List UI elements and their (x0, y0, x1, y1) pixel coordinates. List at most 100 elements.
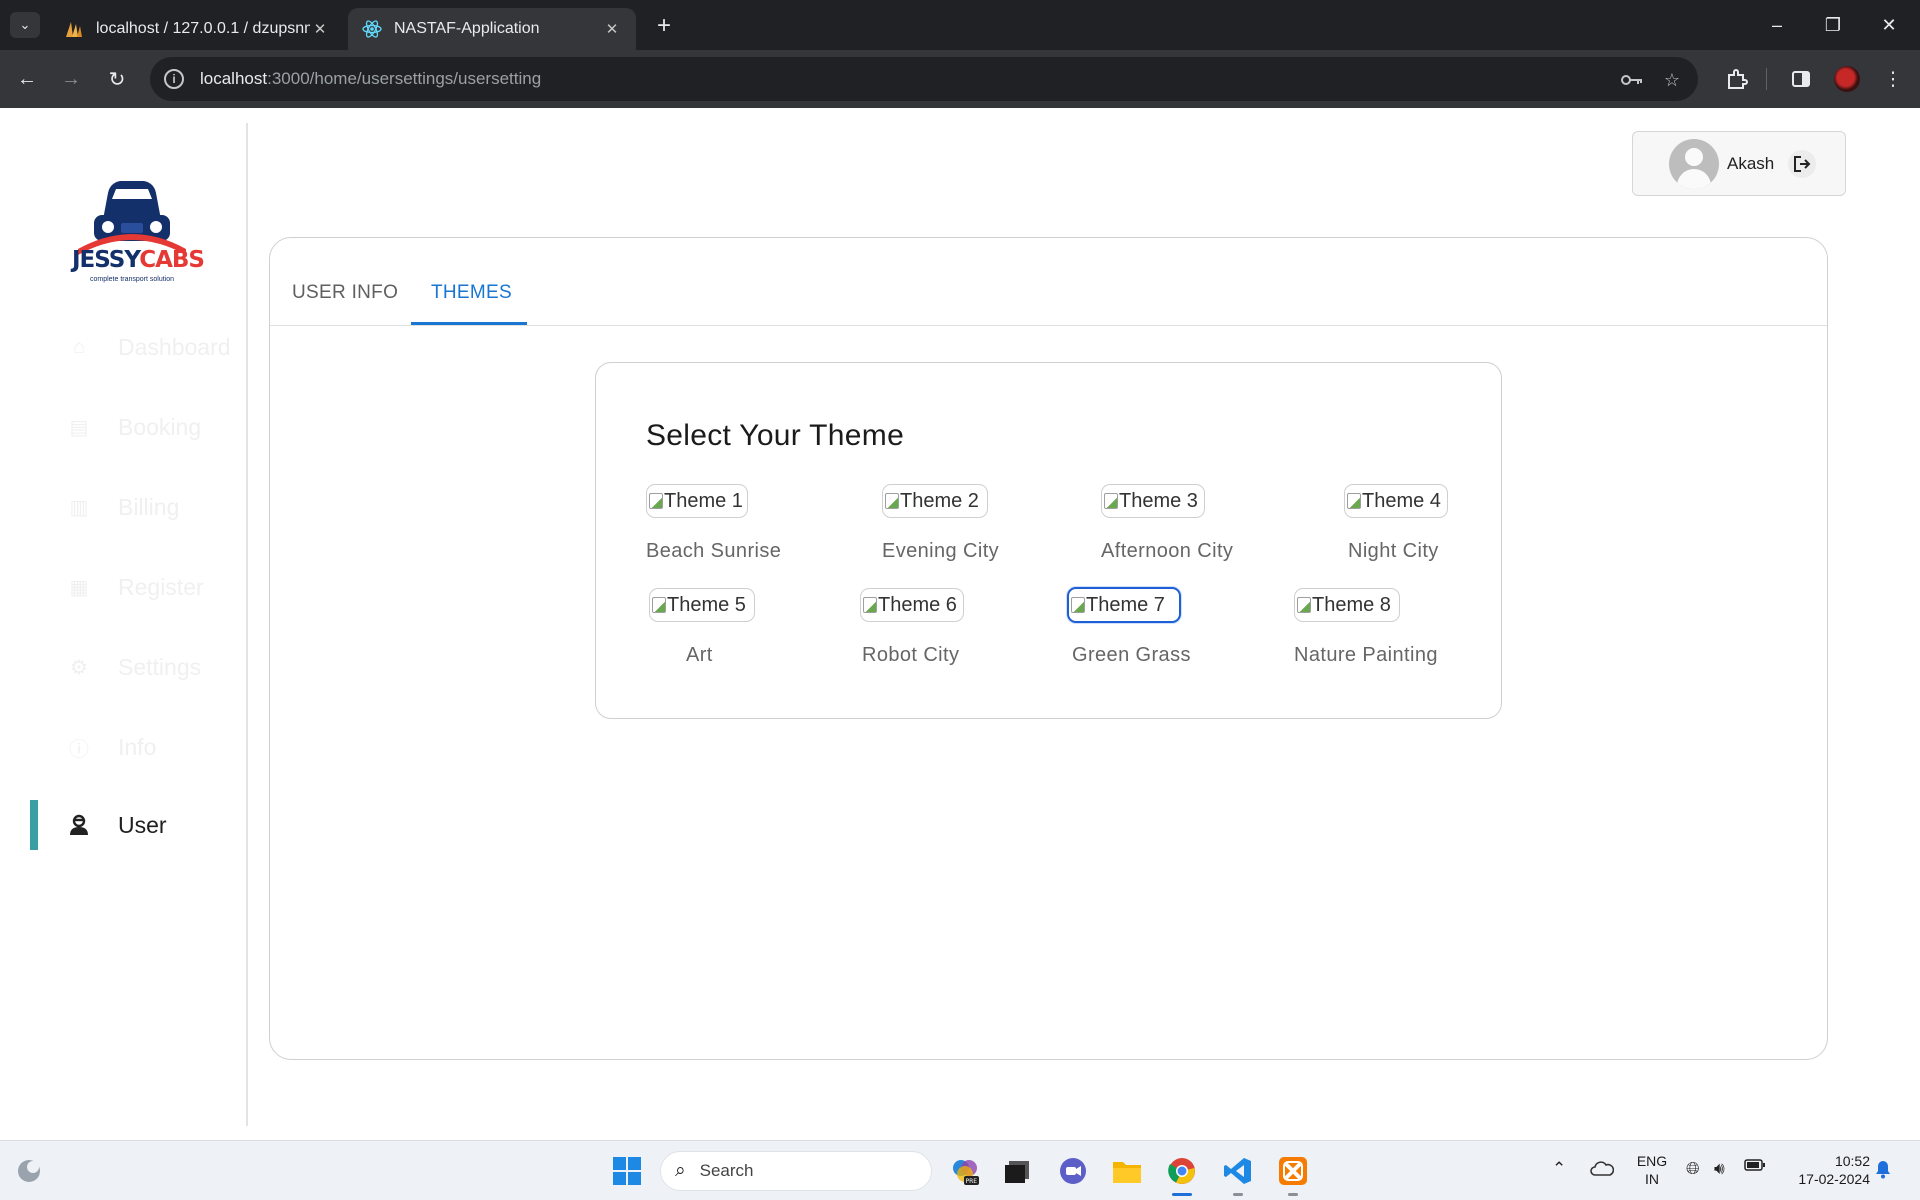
theme-alt-text: Theme 3 (1119, 489, 1198, 512)
tab-themes[interactable]: THEMES (431, 282, 512, 304)
xampp-running-indicator (1288, 1193, 1298, 1196)
theme-thumbnail-5[interactable]: Theme 5 (649, 588, 755, 622)
site-info-icon[interactable]: i (164, 69, 184, 89)
taskbar-search-input[interactable]: ⌕ Search (660, 1151, 932, 1191)
sidebar-item-label: Settings (118, 653, 202, 680)
restore-icon: ❐ (1824, 14, 1842, 35)
home-icon: ⌂ (72, 335, 86, 358)
logo-brand-part2: CABS (139, 247, 205, 273)
reload-button[interactable]: ↻ (102, 64, 132, 94)
language-indicator[interactable]: ENG IN (1630, 1152, 1674, 1188)
logout-icon[interactable] (1788, 149, 1817, 178)
sidebar-item-info[interactable]: ⓘ Info (66, 727, 156, 767)
theme-thumbnail-8[interactable]: Theme 8 (1294, 588, 1400, 622)
theme-thumbnail-6[interactable]: Theme 6 (860, 588, 964, 622)
key-icon[interactable] (1620, 68, 1644, 92)
address-bar[interactable]: i localhost:3000/home/usersettings/users… (150, 57, 1698, 101)
tab-search-button[interactable]: ⌄ (10, 12, 40, 38)
network-icon[interactable]: 🌐︎ (1686, 1159, 1700, 1179)
theme-label[interactable]: Afternoon City (1101, 540, 1233, 563)
theme-heading: Select Your Theme (646, 419, 905, 452)
browser-tab-nastaf[interactable]: NASTAF-Application ✕ (348, 8, 636, 50)
reload-icon: ↻ (108, 68, 126, 91)
copilot-icon[interactable]: PRE (948, 1154, 982, 1188)
bookmark-star-icon[interactable]: ☆ (1660, 68, 1684, 92)
sidebar-item-label: Booking (118, 413, 202, 440)
sidebar-item-settings[interactable]: ⚙ Settings (66, 647, 201, 687)
theme-label[interactable]: Green Grass (1072, 644, 1191, 667)
clock[interactable]: 10:52 17-02-2024 (1780, 1152, 1870, 1188)
battery-icon[interactable] (1744, 1159, 1766, 1171)
browser-toolbar: ← → ↻ i localhost:3000/home/usersettings… (0, 50, 1920, 108)
sidebar-item-label: User (118, 811, 167, 838)
terminal-icon[interactable] (1000, 1154, 1034, 1188)
vscode-running-indicator (1233, 1193, 1243, 1196)
language-line1: ENG (1636, 1153, 1668, 1169)
arrow-right-icon: → (61, 67, 81, 90)
theme-label[interactable]: Art (686, 644, 713, 667)
theme-alt-text: Theme 2 (900, 489, 979, 512)
close-tab-icon[interactable]: ✕ (602, 20, 622, 38)
theme-label[interactable]: Evening City (882, 540, 999, 563)
onedrive-icon[interactable] (1590, 1159, 1614, 1177)
theme-thumbnail-3[interactable]: Theme 3 (1101, 484, 1205, 518)
volume-icon[interactable]: 🔊︎ (1714, 1159, 1725, 1179)
extensions-icon[interactable] (1724, 66, 1750, 92)
chrome-icon[interactable] (1165, 1154, 1199, 1188)
tab-title: localhost / 127.0.0.1 / dzupsnm (96, 20, 310, 37)
minimize-button[interactable]: – (1760, 10, 1794, 40)
minimize-icon: – (1771, 14, 1782, 35)
theme-alt-text: Theme 7 (1086, 593, 1165, 616)
sidebar-item-billing[interactable]: ▥ Billing (66, 487, 180, 527)
start-button[interactable] (610, 1154, 644, 1188)
logo-brand-part1: JESSY (72, 247, 140, 273)
broken-image-icon (885, 493, 899, 509)
plus-icon: + (656, 12, 671, 39)
file-explorer-icon[interactable] (1110, 1154, 1144, 1188)
profile-avatar-icon[interactable] (1834, 66, 1860, 92)
theme-thumbnail-7[interactable]: Theme 7 (1067, 587, 1181, 623)
sidebar-item-label: Register (118, 573, 204, 600)
restore-button[interactable]: ❐ (1816, 10, 1850, 40)
side-panel-icon[interactable] (1788, 66, 1814, 92)
theme-label[interactable]: Night City (1348, 540, 1439, 563)
avatar (1669, 138, 1719, 189)
clock-time: 10:52 (1834, 1153, 1870, 1169)
vscode-icon[interactable] (1221, 1154, 1255, 1188)
sidebar-item-booking[interactable]: ▤ Booking (66, 407, 202, 447)
forward-button[interactable]: → (56, 64, 86, 94)
user-name: Akash (1727, 153, 1775, 173)
widgets-icon[interactable] (12, 1154, 46, 1188)
tab-user-info[interactable]: USER INFO (292, 282, 398, 304)
register-icon: ▦ (69, 576, 89, 599)
chevron-down-icon: ⌄ (19, 17, 31, 32)
new-tab-button[interactable]: + (650, 12, 678, 40)
sidebar-item-label: Info (118, 733, 157, 760)
notification-bell-icon[interactable] (1874, 1159, 1892, 1179)
broken-image-icon (1347, 493, 1361, 509)
close-window-button[interactable]: ✕ (1872, 10, 1906, 40)
sidebar-item-dashboard[interactable]: ⌂ Dashboard (66, 327, 231, 367)
close-tab-icon[interactable]: ✕ (310, 20, 330, 38)
theme-label[interactable]: Nature Painting (1294, 644, 1438, 667)
language-line2: IN (1645, 1171, 1659, 1187)
theme-thumbnail-4[interactable]: Theme 4 (1344, 484, 1448, 518)
theme-selector-card: Select Your Theme Theme 1 Beach Sunrise … (595, 362, 1502, 719)
theme-alt-text: Theme 6 (878, 593, 957, 616)
meet-icon[interactable] (1056, 1154, 1090, 1188)
theme-thumbnail-1[interactable]: Theme 1 (646, 484, 748, 518)
theme-label[interactable]: Beach Sunrise (646, 540, 781, 563)
sidebar-item-user[interactable]: User (66, 805, 167, 845)
sidebar-item-register[interactable]: ▦ Register (66, 567, 204, 607)
xampp-icon[interactable] (1276, 1154, 1310, 1188)
svg-text:PRE: PRE (966, 1178, 978, 1185)
show-hidden-icons-chevron-icon[interactable]: ⌃ (1552, 1159, 1566, 1179)
windows-taskbar: ⌕ Search PRE ⌃ ENG IN 🌐︎ 🔊︎ 10:52 17-02-… (0, 1140, 1920, 1200)
browser-tab-phpmyadmin[interactable]: localhost / 127.0.0.1 / dzupsnm ✕ (50, 8, 344, 50)
theme-label[interactable]: Robot City (862, 644, 959, 667)
back-button[interactable]: ← (12, 64, 42, 94)
theme-thumbnail-2[interactable]: Theme 2 (882, 484, 988, 518)
billing-icon: ▥ (69, 496, 89, 519)
more-menu-icon[interactable]: ⋮ (1880, 66, 1906, 92)
active-item-indicator (30, 800, 38, 850)
